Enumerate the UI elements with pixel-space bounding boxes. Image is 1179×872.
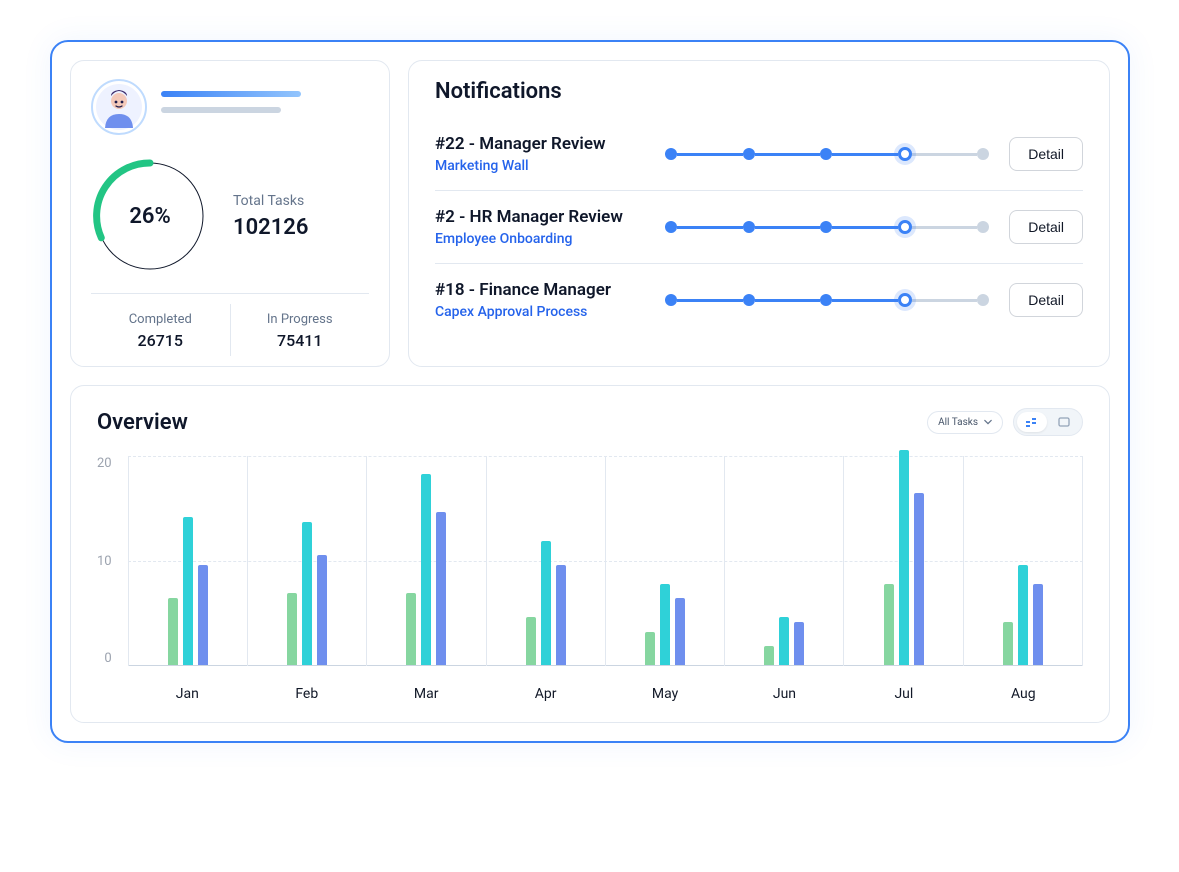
month-column bbox=[486, 456, 605, 666]
y-tick-label: 10 bbox=[97, 554, 112, 569]
y-tick-label: 0 bbox=[104, 651, 111, 666]
chart-bar bbox=[168, 598, 178, 665]
notifications-card: Notifications #22 - Manager Review Market… bbox=[408, 60, 1110, 367]
overview-chart: 20100 JanFebMarAprMayJunJulAug bbox=[97, 456, 1083, 696]
total-tasks: Total Tasks 102126 bbox=[233, 193, 308, 240]
month-column bbox=[128, 456, 247, 666]
x-tick-label: Aug bbox=[964, 686, 1083, 702]
x-tick-label: Feb bbox=[247, 686, 366, 702]
overview-filter-dropdown[interactable]: All Tasks bbox=[927, 411, 1003, 434]
chart-bar bbox=[1003, 622, 1013, 665]
x-tick-label: May bbox=[605, 686, 724, 702]
chart-bar bbox=[287, 593, 297, 665]
in-progress-label: In Progress bbox=[231, 312, 370, 327]
notification-title: #22 - Manager Review bbox=[435, 134, 645, 154]
chart-bar bbox=[302, 522, 312, 665]
detail-button[interactable]: Detail bbox=[1009, 137, 1083, 171]
chart-bar bbox=[1018, 565, 1028, 665]
x-tick-label: Jul bbox=[844, 686, 963, 702]
notifications-heading: Notifications bbox=[435, 79, 1083, 104]
in-progress-value: 75411 bbox=[231, 331, 370, 350]
notification-item: #22 - Manager Review Marketing Wall Detail bbox=[435, 118, 1083, 191]
completed-label: Completed bbox=[91, 312, 230, 327]
chart-bar bbox=[198, 565, 208, 665]
detail-button[interactable]: Detail bbox=[1009, 283, 1083, 317]
progress-steps bbox=[665, 220, 989, 234]
notification-item: #2 - HR Manager Review Employee Onboardin… bbox=[435, 191, 1083, 264]
in-progress-tasks: In Progress 75411 bbox=[231, 304, 370, 356]
notification-title: #2 - HR Manager Review bbox=[435, 207, 645, 227]
chart-bar bbox=[899, 450, 909, 665]
chart-bar bbox=[1033, 584, 1043, 665]
chart-bar bbox=[675, 598, 685, 665]
notification-subtitle: Capex Approval Process bbox=[435, 304, 645, 320]
x-tick-label: Mar bbox=[366, 686, 485, 702]
month-column bbox=[724, 456, 843, 666]
overview-filter-label: All Tasks bbox=[938, 417, 978, 428]
completed-value: 26715 bbox=[91, 331, 230, 350]
chart-bar bbox=[317, 555, 327, 665]
bar-view-icon[interactable] bbox=[1017, 412, 1047, 432]
overview-card: Overview All Tasks 20 10 0 bbox=[70, 385, 1110, 723]
progress-steps bbox=[665, 147, 989, 161]
x-tick-label: Jan bbox=[128, 686, 247, 702]
notification-subtitle: Marketing Wall bbox=[435, 158, 645, 174]
month-column bbox=[843, 456, 962, 666]
chart-bar bbox=[541, 541, 551, 665]
chart-bar bbox=[421, 474, 431, 665]
chart-bar bbox=[660, 584, 670, 665]
notification-item: #18 - Finance Manager Capex Approval Proc… bbox=[435, 264, 1083, 324]
avatar bbox=[91, 79, 147, 135]
chart-bar bbox=[436, 512, 446, 665]
notification-subtitle: Employee Onboarding bbox=[435, 231, 645, 247]
month-column bbox=[366, 456, 485, 666]
dashboard-container: 26% Total Tasks 102126 Completed 26715 I… bbox=[50, 40, 1130, 743]
notification-title: #18 - Finance Manager bbox=[435, 280, 645, 300]
chart-bar bbox=[526, 617, 536, 665]
x-tick-label: Jun bbox=[725, 686, 844, 702]
detail-button[interactable]: Detail bbox=[1009, 210, 1083, 244]
completion-gauge: 26% bbox=[91, 157, 209, 275]
total-tasks-label: Total Tasks bbox=[233, 193, 308, 209]
month-column bbox=[605, 456, 724, 666]
total-tasks-value: 102126 bbox=[233, 215, 308, 240]
chart-bar bbox=[884, 584, 894, 665]
month-column bbox=[247, 456, 366, 666]
chart-bar bbox=[406, 593, 416, 665]
completed-tasks: Completed 26715 bbox=[91, 304, 231, 356]
card-view-icon[interactable] bbox=[1049, 412, 1079, 432]
y-tick-label: 20 bbox=[97, 456, 112, 471]
x-tick-label: Apr bbox=[486, 686, 605, 702]
chart-bar bbox=[764, 646, 774, 665]
overview-heading: Overview bbox=[97, 410, 188, 435]
tasks-summary-card: 26% Total Tasks 102126 Completed 26715 I… bbox=[70, 60, 390, 367]
progress-steps bbox=[665, 293, 989, 307]
chart-bar bbox=[914, 493, 924, 665]
avatar-icon bbox=[96, 84, 142, 130]
chart-bar bbox=[779, 617, 789, 665]
gauge-percent-label: 26% bbox=[91, 157, 209, 275]
chart-bar bbox=[183, 517, 193, 665]
chevron-down-icon bbox=[984, 418, 992, 426]
chart-bar bbox=[794, 622, 804, 665]
chart-bar bbox=[556, 565, 566, 665]
overview-view-toggle[interactable] bbox=[1013, 408, 1083, 436]
month-column bbox=[963, 456, 1083, 666]
chart-bar bbox=[645, 632, 655, 665]
profile-name-placeholder bbox=[161, 91, 369, 123]
